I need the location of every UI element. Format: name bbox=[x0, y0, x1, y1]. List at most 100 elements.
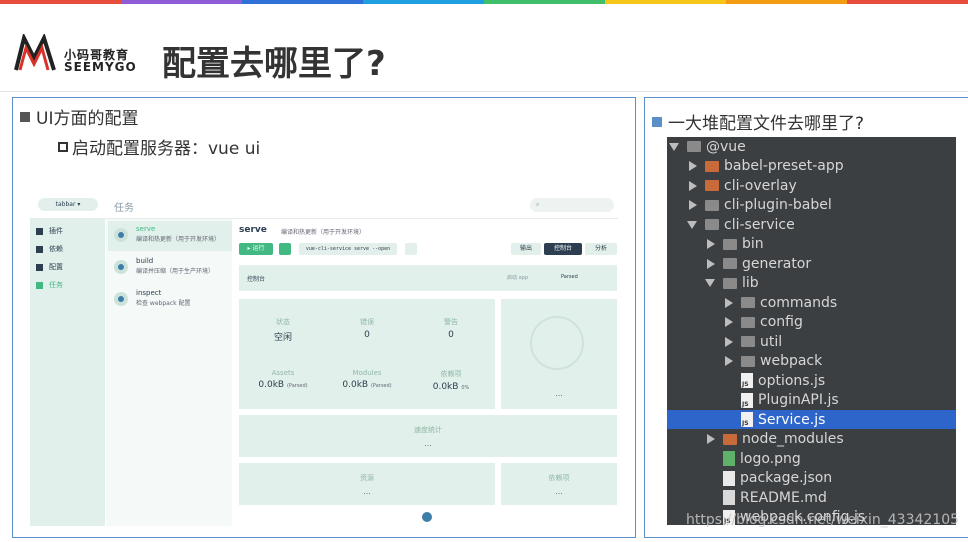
bullet-ui-config: UI方面的配置 bbox=[20, 104, 138, 129]
tree-item-node-modules[interactable]: node_modules bbox=[667, 430, 956, 449]
tree-item-pluginapi-js[interactable]: PluginAPI.js bbox=[667, 391, 956, 410]
task-name: serve bbox=[136, 225, 156, 233]
stat-status: 状态 空闲 bbox=[273, 318, 292, 343]
stat-assets: Assets 0.0kB (Parsed) bbox=[258, 369, 308, 390]
tree-item-generator[interactable]: generator bbox=[667, 254, 956, 273]
tree-item-readme-md[interactable]: README.md bbox=[667, 488, 956, 507]
task-name: inspect bbox=[136, 289, 162, 297]
chevron-down-icon[interactable] bbox=[687, 220, 697, 229]
parsed-select[interactable]: Parsed bbox=[561, 274, 578, 280]
tree-item-cli-plugin-babel[interactable]: cli-plugin-babel bbox=[667, 196, 956, 215]
square-bullet-icon bbox=[652, 116, 662, 127]
sidebar-item-label: 插件 bbox=[49, 227, 63, 235]
task-icon bbox=[114, 292, 128, 306]
tree-item-label: generator bbox=[742, 255, 812, 272]
progress-card: ... bbox=[501, 299, 617, 409]
chevron-right-icon[interactable] bbox=[689, 161, 697, 171]
gear-icon[interactable] bbox=[279, 243, 291, 255]
tree-item-lib[interactable]: lib bbox=[667, 274, 956, 293]
brand-logo: 小码哥教育 SEEMYGO bbox=[14, 32, 144, 74]
bullet-config-files: 一大堆配置文件去哪里了? bbox=[652, 109, 864, 134]
vue-logo-icon bbox=[422, 512, 432, 522]
tree-item-cli-overlay[interactable]: cli-overlay bbox=[667, 176, 956, 195]
sidebar-item-config[interactable]: 配置 bbox=[36, 261, 63, 273]
header-divider bbox=[0, 91, 968, 92]
chevron-right-icon[interactable] bbox=[707, 434, 715, 444]
chevron-down-icon[interactable] bbox=[705, 279, 715, 287]
tree-item-label: cli-service bbox=[724, 216, 795, 233]
chevron-down-icon[interactable] bbox=[669, 142, 679, 151]
assets-card-dots: ... bbox=[363, 487, 371, 496]
rainbow-segment bbox=[484, 0, 605, 4]
tree-item-package-json[interactable]: package.json bbox=[667, 469, 956, 488]
rainbow-segment bbox=[726, 0, 847, 4]
chevron-right-icon[interactable] bbox=[707, 258, 715, 269]
project-selector[interactable]: tabbar ▾ bbox=[38, 198, 98, 211]
sidebar-item-label: 任务 bbox=[49, 281, 63, 289]
tree-item-config[interactable]: config bbox=[667, 313, 956, 332]
progress-dots: ... bbox=[555, 389, 563, 398]
sidebar-item-tasks[interactable]: 任务 bbox=[36, 279, 63, 291]
stat-warnings: 警告 0 bbox=[444, 318, 458, 340]
chevron-right-icon[interactable] bbox=[689, 180, 697, 191]
tree-item-cli-service[interactable]: cli-service bbox=[667, 215, 956, 234]
task-icon bbox=[114, 260, 128, 274]
tree-item-util[interactable]: util bbox=[667, 332, 956, 351]
speed-stats-card: 速度统计 ... bbox=[239, 415, 617, 457]
sidebar-item-plugins[interactable]: 插件 bbox=[36, 225, 63, 237]
analyze-tab[interactable]: 分析 bbox=[585, 243, 617, 255]
tree-item-webpack[interactable]: webpack bbox=[667, 352, 956, 371]
tree-item-options-js[interactable]: options.js bbox=[667, 371, 956, 390]
stat-modules: Modules 0.0kB (Parsed) bbox=[342, 369, 392, 390]
external-link-icon[interactable] bbox=[405, 243, 417, 255]
folder-icon bbox=[741, 316, 755, 328]
tree-item-label: config bbox=[760, 314, 803, 330]
bullet-start-server: 启动配置服务器：vue ui bbox=[58, 134, 260, 159]
progress-ring bbox=[530, 316, 584, 370]
run-button[interactable]: ▸ 运行 bbox=[239, 243, 273, 255]
task-item-build[interactable]: build 编译并压缩（用于生产环境） bbox=[108, 253, 232, 283]
chevron-right-icon[interactable] bbox=[725, 317, 733, 327]
rainbow-segment bbox=[605, 0, 726, 4]
square-bullet-icon bbox=[20, 111, 30, 122]
dashboard-title: 控制台 bbox=[247, 276, 266, 283]
sidebar-item-dependencies[interactable]: 依赖 bbox=[36, 243, 63, 255]
tree-item-label: babel-preset-app bbox=[724, 158, 844, 174]
dashboard-tab[interactable]: 控制台 bbox=[544, 243, 582, 255]
rainbow-segment bbox=[847, 0, 968, 4]
rainbow-bar bbox=[0, 0, 968, 4]
task-item-serve[interactable]: serve 编译和热更新（用于开发环境） bbox=[108, 221, 232, 251]
deps-card: 依赖项 ... bbox=[501, 463, 617, 505]
task-item-inspect[interactable]: inspect 检查 webpack 配置 bbox=[108, 285, 232, 315]
search-icon: ⌕ bbox=[536, 201, 540, 208]
stat-dependencies: 依赖项 0.0kB 0% bbox=[432, 370, 470, 392]
tree-item-logo-png[interactable]: logo.png bbox=[667, 449, 956, 468]
tree-item-commands[interactable]: commands bbox=[667, 293, 956, 312]
js-file-icon bbox=[741, 373, 753, 388]
chevron-right-icon[interactable] bbox=[725, 297, 733, 308]
folder-icon bbox=[741, 336, 755, 347]
tree-item-label: bin bbox=[742, 236, 764, 252]
png-file-icon bbox=[723, 451, 735, 466]
bullet-config-files-text: 一大堆配置文件去哪里了? bbox=[668, 114, 865, 134]
chevron-right-icon[interactable] bbox=[707, 239, 715, 249]
bullet-ui-config-text: UI方面的配置 bbox=[36, 109, 139, 129]
tree-item-label: package.json bbox=[740, 470, 833, 486]
tree-item-label: options.js bbox=[758, 372, 826, 389]
chevron-right-icon[interactable] bbox=[689, 200, 697, 210]
tree-item-bin[interactable]: bin bbox=[667, 235, 956, 254]
tree-item-label: PluginAPI.js bbox=[758, 392, 839, 408]
task-desc: 编译和热更新（用于开发环境） bbox=[136, 236, 221, 243]
chevron-right-icon[interactable] bbox=[725, 356, 733, 366]
start-app-button[interactable]: 启动 app bbox=[507, 274, 528, 281]
search-input[interactable]: ⌕ bbox=[530, 198, 614, 212]
tree-item-service-js[interactable]: Service.js bbox=[667, 410, 956, 429]
tree-item--vue[interactable]: @vue bbox=[667, 137, 956, 156]
clipboard-icon bbox=[36, 281, 43, 289]
deps-card-title: 依赖项 bbox=[548, 474, 570, 482]
folder-icon bbox=[723, 277, 737, 289]
tree-item-babel-preset-app[interactable]: babel-preset-app bbox=[667, 157, 956, 176]
tree-item-label: @vue bbox=[706, 138, 746, 155]
chevron-right-icon[interactable] bbox=[725, 336, 733, 347]
output-tab[interactable]: 输出 bbox=[511, 243, 541, 255]
